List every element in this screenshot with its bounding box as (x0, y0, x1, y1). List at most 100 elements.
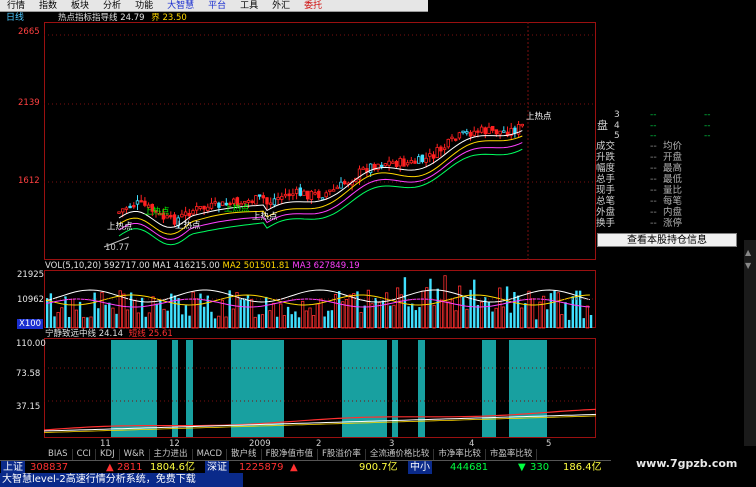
menu-item[interactable]: 大智慧 (160, 0, 201, 12)
volume-bar (210, 311, 213, 328)
volume-bar (392, 304, 396, 329)
volume-bar (541, 295, 546, 329)
candle-body (387, 160, 391, 166)
quote-key: 总手 (596, 174, 616, 185)
candle-body (183, 211, 188, 216)
candle-body (128, 205, 132, 209)
volume-bar (239, 298, 242, 328)
menu-item[interactable]: 功能 (128, 0, 160, 12)
indicator-tab[interactable]: CCI (73, 449, 96, 460)
menu-item[interactable]: 委托 (297, 0, 329, 12)
candle-body (302, 190, 306, 196)
volume-bar (195, 298, 199, 329)
indicator-tab[interactable]: 散户线 (227, 449, 262, 460)
volume-bar (535, 319, 538, 328)
quote-row: 外盘 -- 内盘 (596, 207, 743, 218)
osc-axis-label: 73.58 (16, 369, 41, 379)
candle-body (398, 158, 402, 167)
quote-row: 成交 -- 均价 (596, 141, 743, 152)
volume-bar (531, 298, 535, 329)
scroll-down-icon[interactable]: ▼ (745, 261, 751, 271)
indicator-tab[interactable]: 市净率比较 (434, 449, 486, 460)
period-label[interactable]: 日线 (6, 13, 24, 23)
volume-bar (125, 309, 130, 329)
candle-body (121, 208, 125, 213)
volume-bar (257, 314, 261, 328)
osc-block (186, 340, 193, 437)
osc-block (111, 340, 157, 437)
candle-body (409, 159, 413, 164)
candle-body (298, 187, 302, 196)
quote-key: 涨停 (663, 218, 683, 229)
volume-bar (162, 308, 166, 329)
candle-body (468, 131, 473, 137)
price-axis-label: 2665 (18, 27, 40, 37)
top-right-area (428, 0, 756, 12)
volume-bar (399, 294, 403, 329)
candle-body (446, 138, 450, 148)
candle-body (435, 147, 439, 158)
candle-body (261, 195, 265, 199)
candle-body (198, 206, 203, 209)
osc-block (418, 340, 425, 437)
indicator-tab[interactable]: MACD (193, 449, 228, 460)
candle-body (217, 202, 221, 208)
candle-body (202, 205, 206, 210)
candle-body (431, 154, 436, 159)
quote-panel: 成交 -- 均价 升跌 -- 开盘 幅度 -- 最高 总手 -- 最低 现手 -- 量比 总笔 -- 每笔 外盘 --… (596, 107, 743, 248)
scroll-up-icon[interactable]: ▲ (745, 248, 751, 258)
menu-item[interactable]: 工具 (233, 0, 265, 12)
candle-body (191, 210, 195, 215)
menu-item[interactable]: 外汇 (265, 0, 297, 12)
candle-body (313, 192, 317, 195)
volume-bar (344, 299, 349, 329)
menu-item[interactable]: 板块 (64, 0, 96, 12)
indicator-tab[interactable]: 全流通价格比较 (366, 449, 435, 460)
menu-item[interactable]: 指数 (32, 0, 64, 12)
indicator-tab[interactable]: BIAS (44, 449, 73, 460)
volume-bar (49, 293, 53, 328)
sm-label[interactable]: 中小 (408, 461, 432, 474)
indicator-tab[interactable]: F股溢价率 (318, 449, 366, 460)
candle-body (213, 201, 217, 204)
volume-bar (155, 303, 158, 328)
sz-index: 1225879 (239, 462, 284, 473)
quote-dash: -- (650, 196, 657, 207)
candle-body (439, 146, 443, 152)
indicator-tab[interactable]: KDJ (96, 449, 120, 460)
quote-key: 每笔 (663, 196, 683, 207)
indicator-tab[interactable]: 市盈率比较 (486, 449, 538, 460)
candle-body (135, 200, 140, 205)
menu-item[interactable]: 分析 (96, 0, 128, 12)
quote-key: 开盘 (663, 152, 683, 163)
indicator-tab[interactable]: W&R (120, 449, 150, 460)
osc-axis-label: 110.00 (16, 339, 46, 349)
candle-body (494, 129, 499, 135)
quote-key: 升跌 (596, 152, 616, 163)
candle-body (305, 190, 310, 200)
volume-bar (290, 314, 293, 328)
volume-bar (231, 308, 235, 329)
candle-body (143, 200, 147, 206)
hot-marker: 上热点 (144, 207, 170, 217)
menu-item[interactable]: 行情 (0, 0, 32, 12)
quote-dash: -- (650, 207, 657, 218)
quote-key: 均价 (663, 141, 683, 152)
volume-bar (249, 299, 254, 329)
volume-bar (213, 318, 217, 328)
candle-body (394, 160, 399, 167)
volume-bar (571, 296, 574, 328)
menu-item[interactable]: 平台 (201, 0, 233, 12)
indicator-tab[interactable]: 主力进出 (150, 449, 193, 460)
indicator-tab[interactable]: F股净值市值 (262, 449, 318, 460)
status-bar[interactable]: 大智慧level-2高速行情分析系统，免费下载 (0, 473, 243, 487)
volume-bar (166, 310, 169, 328)
volume-bar (487, 301, 491, 328)
sz-amount: 900.7亿 (359, 462, 398, 473)
volume-bar (462, 296, 465, 328)
view-holdings-button[interactable]: 查看本股持仓信息 (597, 233, 737, 247)
volume-bar (64, 296, 67, 328)
osc-block (482, 340, 496, 437)
volume-bar (454, 310, 458, 329)
candle-body (465, 131, 469, 134)
